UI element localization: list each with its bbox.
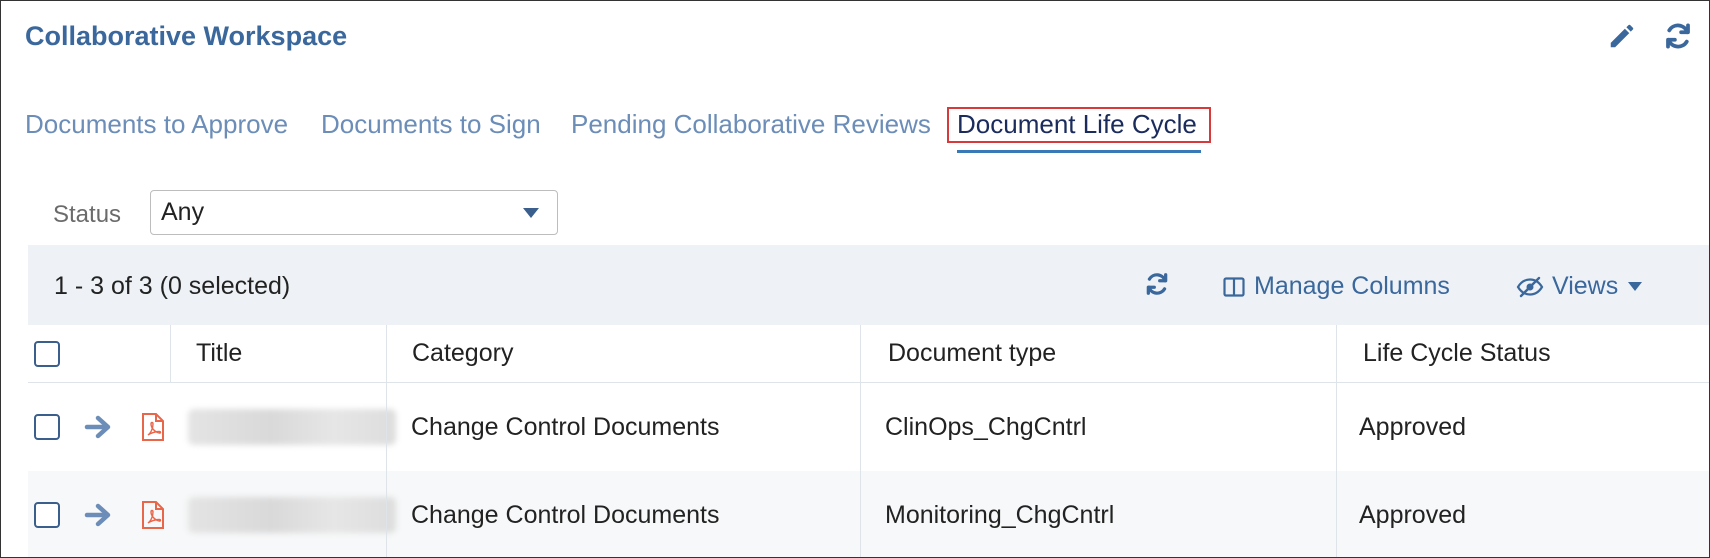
documents-table: Title Category Document type Life Cycle … (28, 325, 1709, 557)
caret-down-icon (1628, 282, 1643, 291)
tab-documents-to-approve[interactable]: Documents to Approve (25, 109, 288, 140)
status-filter-label: Status (53, 201, 122, 228)
pencil-icon[interactable] (1605, 19, 1639, 53)
column-header-life-cycle-status[interactable]: Life Cycle Status (1363, 325, 1551, 382)
column-divider (860, 471, 861, 557)
table-row[interactable]: Change Control Documents Monitoring_ChgC… (28, 471, 1709, 557)
tab-document-life-cycle[interactable]: Document Life Cycle (957, 109, 1197, 140)
status-dropdown-value: Any (161, 198, 205, 226)
manage-columns-button[interactable]: Manage Columns (1222, 272, 1450, 301)
header-actions (1605, 19, 1695, 53)
panel-title: Collaborative Workspace (25, 21, 348, 51)
column-divider (1336, 383, 1337, 471)
arrow-right-icon[interactable] (84, 502, 112, 528)
column-header-title[interactable]: Title (196, 325, 242, 382)
redacted-document-title[interactable] (188, 497, 396, 533)
pdf-file-icon[interactable] (140, 412, 166, 442)
columns-icon (1223, 276, 1245, 297)
grid-refresh-icon[interactable] (1144, 271, 1170, 302)
document-type-cell: Monitoring_ChgCntrl (885, 500, 1115, 529)
eye-slash-icon (1516, 276, 1544, 297)
grid-toolbar: 1 - 3 of 3 (0 selected) Manage Columns V… (28, 245, 1709, 325)
collaborative-workspace-panel: Collaborative Workspace Documents to App… (0, 0, 1710, 558)
selection-count: 1 - 3 of 3 (0 selected) (54, 272, 291, 300)
active-tab-underline (957, 150, 1201, 153)
column-divider (1336, 325, 1337, 382)
category-cell: Change Control Documents (411, 412, 720, 441)
status-cell: Approved (1359, 500, 1467, 529)
refresh-icon[interactable] (1661, 19, 1695, 53)
column-header-category[interactable]: Category (412, 325, 513, 382)
tab-documents-to-sign[interactable]: Documents to Sign (321, 109, 541, 140)
redacted-document-title[interactable] (188, 409, 396, 445)
chevron-down-icon (523, 208, 539, 218)
views-label: Views (1552, 272, 1619, 300)
column-header-document-type[interactable]: Document type (888, 325, 1056, 382)
category-cell: Change Control Documents (411, 500, 720, 529)
column-divider (1336, 471, 1337, 557)
arrow-right-icon[interactable] (84, 414, 112, 440)
column-divider (386, 383, 387, 471)
column-divider (860, 383, 861, 471)
views-dropdown-button[interactable]: Views (1516, 272, 1643, 301)
table-row[interactable]: Change Control Documents ClinOps_ChgCntr… (28, 383, 1709, 471)
column-divider (860, 325, 861, 382)
pdf-file-icon[interactable] (140, 500, 166, 530)
documents-grid: 1 - 3 of 3 (0 selected) Manage Columns V… (28, 245, 1709, 557)
document-type-cell: ClinOps_ChgCntrl (885, 412, 1087, 441)
row-checkbox[interactable] (34, 502, 60, 528)
manage-columns-label: Manage Columns (1254, 272, 1450, 300)
column-divider (386, 325, 387, 382)
status-cell: Approved (1359, 412, 1467, 441)
status-dropdown[interactable]: Any (150, 190, 558, 235)
select-all-checkbox[interactable] (34, 340, 60, 367)
table-header-row: Title Category Document type Life Cycle … (28, 325, 1709, 383)
tab-pending-collaborative-reviews[interactable]: Pending Collaborative Reviews (571, 109, 931, 140)
row-checkbox[interactable] (34, 414, 60, 440)
column-divider (386, 471, 387, 557)
column-divider (170, 325, 171, 382)
